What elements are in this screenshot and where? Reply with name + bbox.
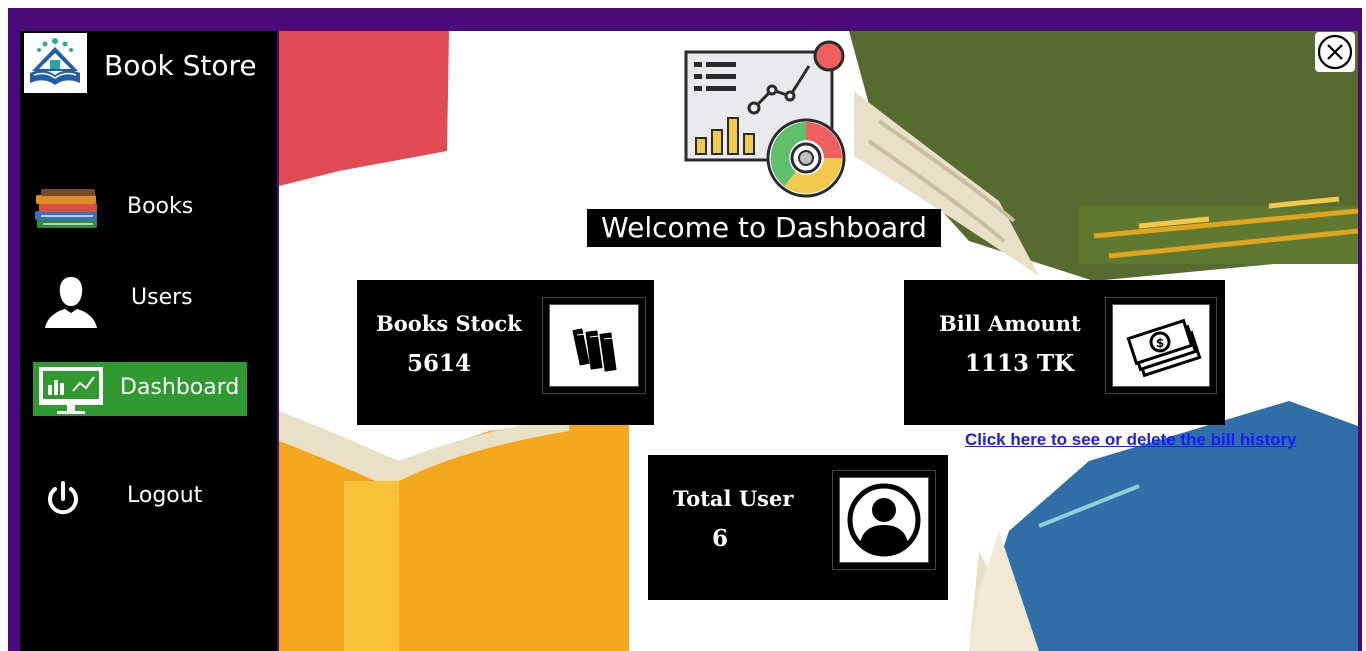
sidebar-item-label: Books [127, 194, 194, 219]
dashboard-panel: Welcome to Dashboard Books Stock 5614 Bi… [279, 31, 1358, 651]
bill-amount-value: 1113 TK [965, 350, 1075, 377]
close-icon [1317, 34, 1353, 70]
sidebar-item-label: Users [131, 285, 193, 310]
sidebar: Book Store Books Users Dashboard Logout [20, 31, 277, 651]
books-icon [572, 328, 617, 372]
analytics-chart-icon [684, 40, 846, 198]
close-button[interactable] [1315, 32, 1355, 72]
total-user-label: Total User [673, 486, 794, 511]
books-stock-value: 5614 [407, 350, 472, 377]
sidebar-item-label: Logout [127, 483, 203, 508]
page-title: Welcome to Dashboard [587, 209, 941, 247]
total-user-iconbox [839, 477, 929, 563]
bill-history-link[interactable]: Click here to see or delete the bill his… [965, 430, 1297, 450]
sidebar-item-dashboard[interactable]: Dashboard [33, 362, 247, 416]
user-silhouette-icon [45, 277, 97, 328]
books-stock-label: Books Stock [376, 311, 522, 336]
app-logo-icon [24, 33, 87, 93]
power-icon [48, 481, 78, 515]
books-stock-iconbox [549, 304, 639, 387]
books-stack-icon [35, 189, 97, 228]
svg-text:$: $ [1156, 336, 1164, 350]
bill-amount-label: Bill Amount [939, 311, 1081, 336]
books-stock-card: Books Stock 5614 [357, 280, 654, 425]
total-user-card: Total User 6 [648, 455, 948, 600]
user-avatar-icon [847, 483, 921, 557]
sidebar-item-logout[interactable]: Logout [33, 471, 247, 525]
sidebar-item-label: Dashboard [120, 375, 240, 400]
money-icon: $ [1126, 318, 1202, 378]
sidebar-item-books[interactable]: Books [33, 181, 247, 235]
dashboard-monitor-icon [39, 367, 103, 414]
app-title: Book Store [104, 49, 257, 82]
bill-amount-iconbox: $ [1112, 304, 1210, 387]
total-user-value: 6 [712, 525, 729, 552]
sidebar-item-users[interactable]: Users [33, 273, 247, 328]
bill-amount-card: Bill Amount 1113 TK $ [904, 280, 1225, 425]
